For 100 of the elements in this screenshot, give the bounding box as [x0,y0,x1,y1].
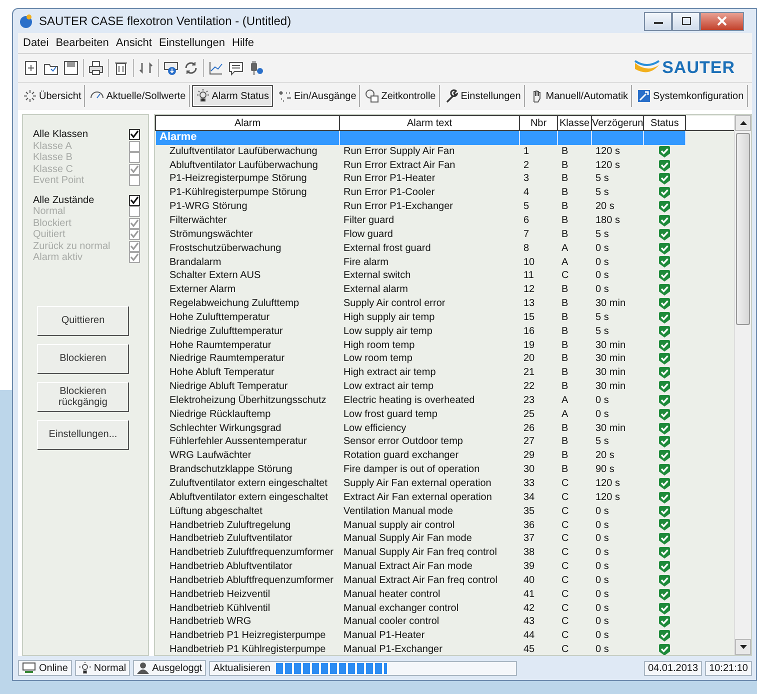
menu-item[interactable]: Datei [23,37,49,49]
check-icon [658,366,672,380]
save-icon[interactable] [63,60,79,76]
table-cell-text: 0 s [594,518,610,532]
filter-label: Normal [33,206,66,218]
delete-icon[interactable] [113,60,129,76]
table-cell-text: 0 s [594,643,610,655]
table-cell-text: Schalter Extern AUS [168,269,262,284]
table-cell-text: P1-WRG Störung [168,200,248,214]
table-cell-text: C [560,532,570,546]
table-cell-text: C [560,615,570,630]
table-cell-text: B [560,338,570,352]
table-cell-text: 30 min [594,352,627,366]
check-icon [658,574,672,587]
maximize-button[interactable] [672,12,700,30]
table-cell-text: WRG Laufwächter [168,449,252,464]
table-cell-text: 120 s [594,158,621,172]
filter-label: Blockiert [33,218,72,229]
column-header[interactable]: Nbr [520,116,558,130]
wrench-icon [444,89,459,103]
table-cell-text: 0 s [594,629,610,644]
table-cell-text: 0 s [594,283,610,297]
close-button[interactable] [700,12,744,30]
table-cell-text: 34 [522,490,536,505]
tab[interactable]: Manuell/Automatik [526,85,632,107]
table-cell-text: C [560,504,570,518]
scroll-down-icon[interactable] [735,639,751,655]
table-cell-text: B [560,172,570,186]
tab[interactable]: Systemkonfiguration [634,85,748,107]
check-icon [658,422,672,435]
table-cell-text: Fire alarm [342,256,390,270]
table-cell-text: Flow guard [342,228,394,242]
check-icon [658,186,672,200]
table-cell-text: 39 [522,560,536,574]
table-cell-text: 20 [522,352,536,366]
table-cell-text: 0 s [594,408,610,422]
table-cell-text: 5 s [594,186,610,200]
tab[interactable]: Ein/Ausgänge [274,85,360,107]
monitor-icon[interactable] [163,60,179,76]
menu-item[interactable]: Ansicht [116,37,152,49]
table-cell-text: 120 s [594,477,621,491]
column-header[interactable]: Alarm [156,116,340,130]
tab[interactable]: Aktuelle/Sollwerte [87,85,190,107]
table-cell-text: 20 s [594,449,616,464]
menu-item[interactable]: Einstellungen [158,37,226,49]
table-cell-text: Handbetrieb Abluftfrequenzumformer [168,574,334,588]
filter-checkbox[interactable] [129,194,140,206]
table-cell-text: 5 s [594,172,610,186]
table-cell-text: Externer Alarm [168,283,237,297]
scroll-up-icon[interactable] [735,115,751,131]
column-header[interactable]: Status [644,116,686,130]
column-header[interactable]: Alarm text [340,116,520,130]
new-file-icon[interactable] [23,60,39,76]
table-cell-text: B [560,214,570,228]
action-button[interactable]: Einstellungen... [37,420,129,450]
comment-icon[interactable] [228,60,244,76]
column-header[interactable]: Klasse [558,116,592,130]
column-header[interactable]: Verzögerun [592,116,644,130]
table-cell-text: Handbetrieb Zuluftventilator [168,532,294,546]
check-icon [658,408,672,421]
table-cell-text: External switch [342,269,412,284]
menu-item[interactable]: Bearbeiten [56,37,109,49]
check-icon [658,228,672,241]
table-cell: B [558,144,592,159]
action-button[interactable]: Blockieren rückgängig [37,382,129,412]
table-cell-text: Low room temp [342,352,414,366]
config-icon [637,89,652,103]
table-cell-text: B [560,228,570,242]
table-cell-text: Manual heater control [342,588,442,602]
table-cell-text: 5 s [594,310,610,325]
table-cell-text: 5 [522,200,530,214]
table-cell-text: 27 [522,435,536,450]
menu-item[interactable]: Hilfe [232,37,254,49]
table-cell-text: 25 [522,408,536,422]
table-cell-text: 3 [522,172,530,186]
table-cell-text: B [560,283,570,297]
print-icon[interactable] [88,60,104,76]
chart-icon[interactable] [208,60,224,76]
table-cell-text: B [560,186,570,200]
check-icon [658,352,672,366]
refresh-icon[interactable] [183,60,199,76]
filter-checkbox[interactable] [129,129,140,140]
tab[interactable]: Alarm Status [192,85,273,107]
table-cell-text: 30 min [594,297,627,311]
table-cell-text: Manual Extract Air Fan mode [342,560,474,574]
check-icon [658,560,672,574]
table-cell-text: 0 s [594,615,610,630]
table-cell-text: 30 min [594,366,627,380]
action-button[interactable]: Blockieren [37,344,129,374]
tab[interactable]: Einstellungen [442,85,525,107]
table-cell-text: Run Error P1-Exchanger [342,200,454,214]
tab[interactable]: Zeitkontrolle [362,85,440,107]
scrollbar[interactable] [734,115,751,655]
plug-icon[interactable] [248,60,264,76]
minimize-button[interactable] [644,12,672,30]
table-cell-text: B [560,435,570,450]
action-button[interactable]: Quittieren [37,306,129,336]
arrows-icon[interactable] [138,60,154,76]
tab[interactable]: Übersicht [20,85,86,107]
table-cell-text: Manual cooler control [342,615,440,630]
